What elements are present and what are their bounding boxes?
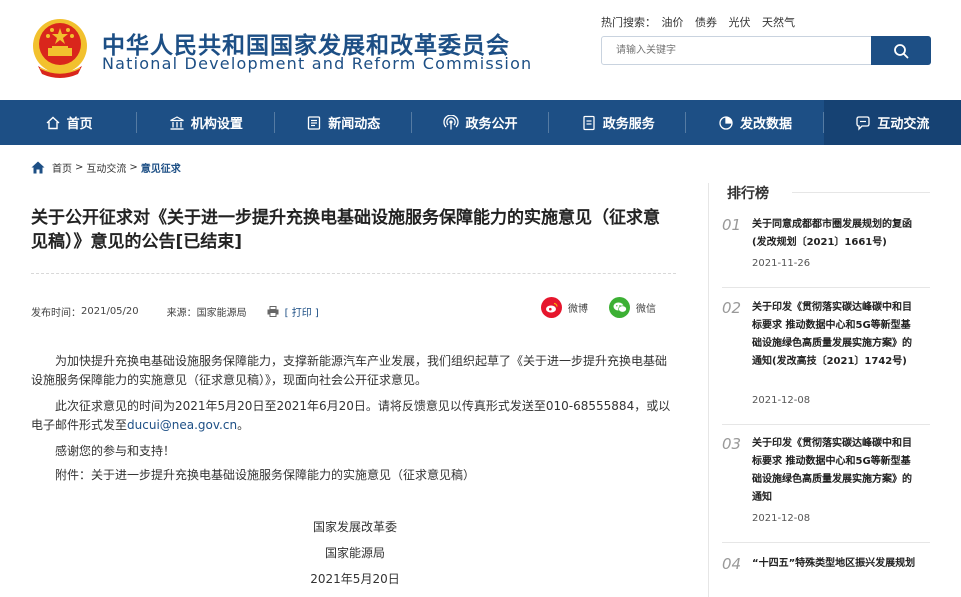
search-button[interactable] bbox=[871, 36, 931, 65]
ranking-link[interactable]: 关于印发《贯彻落实碳达峰碳中和目标要求 推动数据中心和5G等新型基础设施绿色高质… bbox=[752, 299, 920, 371]
nav-label: 政务公开 bbox=[465, 117, 518, 132]
nav-label: 首页 bbox=[66, 117, 93, 132]
source-label: 来源： bbox=[166, 308, 197, 319]
paragraph-text: 。 bbox=[237, 418, 250, 432]
signature-date: 2021年5月20日 bbox=[310, 572, 400, 586]
ranking-date: 2021-11-26 bbox=[752, 258, 811, 269]
main-nav: 首页 机构设置 新闻动态 政务公开 政务服务 发改数据 互动交流 bbox=[0, 100, 961, 145]
nav-item-home[interactable]: 首页 bbox=[0, 100, 138, 145]
printer-icon bbox=[267, 306, 279, 317]
nav-label: 政务服务 bbox=[602, 117, 655, 132]
hot-search-label: 热门搜索： bbox=[601, 16, 656, 29]
ranking-divider bbox=[722, 542, 930, 543]
source-value: 国家能源局 bbox=[196, 308, 247, 319]
site-title-en[interactable]: National Development and Reform Commissi… bbox=[102, 54, 532, 73]
article-paragraph: 感谢您的参与和支持！ bbox=[55, 444, 176, 458]
home-icon bbox=[46, 116, 60, 129]
nav-item-data[interactable]: 发改数据 bbox=[686, 100, 824, 145]
ranking-link[interactable]: 关于同意成都都市圈发展规划的复函(发改规划〔2021〕1661号) bbox=[752, 216, 920, 252]
print-button[interactable]: [ 打印 ] bbox=[285, 304, 319, 319]
search-icon bbox=[894, 43, 909, 58]
publish-date: 2021/05/20 bbox=[81, 306, 139, 317]
share-wechat-label: 微信 bbox=[636, 304, 656, 315]
breadcrumb: 首页 > 互动交流 > 意见征求 bbox=[31, 160, 181, 175]
national-emblem-icon[interactable] bbox=[30, 16, 90, 80]
signature-org: 国家能源局 bbox=[324, 546, 385, 560]
site-header: 中华人民共和国国家发展和改革委员会 National Development a… bbox=[0, 0, 961, 100]
nav-label: 发改数据 bbox=[740, 117, 793, 132]
news-icon bbox=[308, 115, 321, 130]
share-wechat-button[interactable]: 微信 bbox=[609, 297, 656, 318]
signature-org: 国家发展改革委 bbox=[312, 520, 397, 534]
breadcrumb-separator: > bbox=[75, 162, 84, 173]
nav-item-interaction[interactable]: 互动交流 bbox=[823, 100, 961, 145]
publish-label: 发布时间： bbox=[31, 308, 81, 319]
ranking-number: 04 bbox=[722, 555, 742, 573]
article-paragraph: 此次征求意见的时间为2021年5月20日至2021年6月20日。请将反馈意见以传… bbox=[31, 397, 676, 435]
ranking-date: 2021-12-08 bbox=[752, 395, 811, 406]
nav-item-news[interactable]: 新闻动态 bbox=[275, 100, 413, 145]
search-input[interactable] bbox=[602, 37, 872, 64]
ranking-divider bbox=[722, 287, 930, 288]
hot-search-item[interactable]: 光伏 bbox=[729, 16, 751, 29]
share-weibo-button[interactable]: 微博 bbox=[541, 297, 588, 318]
ranking-link[interactable]: “十四五”特殊类型地区振兴发展规划 bbox=[752, 555, 920, 573]
chat-icon bbox=[856, 115, 870, 131]
ranking-divider bbox=[722, 424, 930, 425]
ranking-title: 排行榜 bbox=[727, 186, 769, 202]
breadcrumb-level1[interactable]: 互动交流 bbox=[86, 160, 126, 175]
attachment-line[interactable]: 附件：关于进一步提升充换电基础设施服务保障能力的实施意见（征求意见稿） bbox=[31, 466, 676, 485]
ranking-title-line bbox=[792, 192, 930, 193]
ranking-date: 2021-12-08 bbox=[752, 513, 811, 524]
nav-item-organization[interactable]: 机构设置 bbox=[137, 100, 275, 145]
breadcrumb-current[interactable]: 意见征求 bbox=[141, 160, 181, 175]
broadcast-icon bbox=[443, 114, 460, 129]
share-weibo-label: 微博 bbox=[568, 304, 588, 315]
breadcrumb-home[interactable]: 首页 bbox=[52, 160, 72, 175]
home-icon bbox=[31, 161, 45, 174]
nav-item-government-affairs[interactable]: 政务公开 bbox=[412, 100, 550, 145]
nav-label: 互动交流 bbox=[877, 117, 930, 132]
ranking-number: 03 bbox=[722, 435, 742, 453]
article-paragraph: 为加快提升充换电基础设施服务保障能力，支撑新能源汽车产业发展，我们组织起草了《关… bbox=[31, 354, 668, 387]
nav-item-government-services[interactable]: 政务服务 bbox=[549, 100, 687, 145]
nav-label: 机构设置 bbox=[190, 117, 243, 132]
building-icon bbox=[170, 115, 184, 130]
pie-chart-icon bbox=[719, 115, 733, 130]
hot-search-item[interactable]: 债券 bbox=[695, 16, 717, 29]
hot-search: 热门搜索： 油价 债券 光伏 天然气 bbox=[601, 14, 803, 30]
hot-search-item[interactable]: 油价 bbox=[662, 16, 684, 29]
weibo-icon bbox=[541, 297, 562, 318]
breadcrumb-separator: > bbox=[129, 162, 138, 173]
ranking-number: 01 bbox=[722, 216, 742, 234]
article-meta: 发布时间： 2021/05/20 来源： 国家能源局 [ 打印 ] bbox=[31, 304, 319, 319]
title-divider bbox=[31, 273, 676, 274]
email-link[interactable]: ducui@nea.gov.cn bbox=[127, 418, 237, 432]
hot-search-item[interactable]: 天然气 bbox=[762, 16, 795, 29]
ranking-number: 02 bbox=[722, 299, 742, 317]
ranking-link[interactable]: 关于印发《贯彻落实碳达峰碳中和目标要求 推动数据中心和5G等新型基础设施绿色高质… bbox=[752, 435, 920, 507]
document-icon bbox=[583, 115, 595, 130]
search-box bbox=[601, 36, 931, 65]
nav-label: 新闻动态 bbox=[328, 117, 381, 132]
article-title: 关于公开征求对《关于进一步提升充换电基础设施服务保障能力的实施意见（征求意见稿）… bbox=[31, 208, 660, 252]
wechat-icon bbox=[609, 297, 630, 318]
